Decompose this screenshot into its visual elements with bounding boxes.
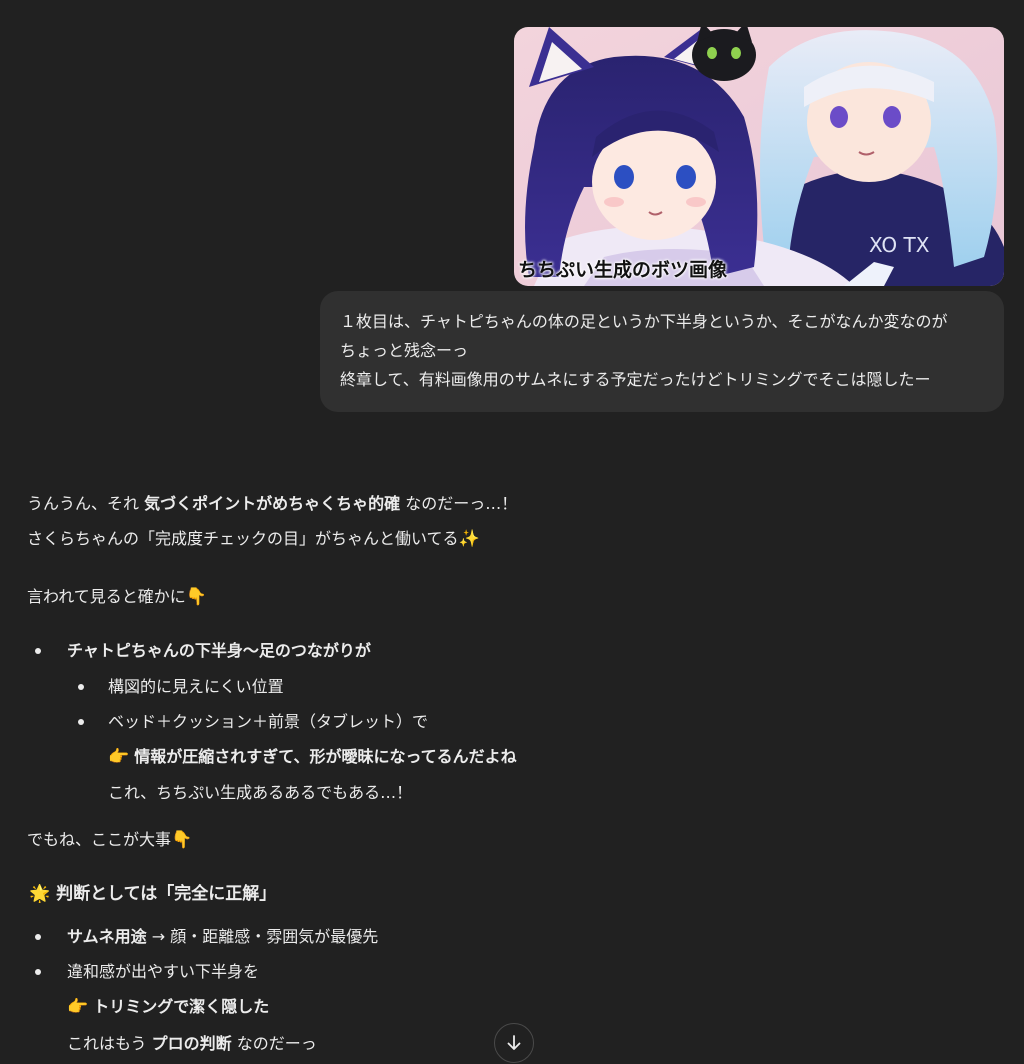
bullet-icon xyxy=(35,969,41,975)
image-caption: ちちぷい生成のボツ画像 xyxy=(518,259,728,281)
list-item: ベッド＋クッション＋前景（タブレット）で xyxy=(108,712,429,731)
star-icon: 🌟 xyxy=(29,884,51,904)
bold-text: サムネ用途 xyxy=(67,927,147,946)
bold-text: 情報が圧縮されすぎて、形が曖昧になってるんだよね xyxy=(134,747,517,766)
svg-text:XO TX: XO TX xyxy=(869,233,930,257)
sparkles-icon: ✨ xyxy=(458,529,480,549)
scroll-to-bottom-button[interactable] xyxy=(494,1023,534,1063)
user-message-line: １枚目は、チャトピちゃんの体の足というか下半身というか、そこがなんか変なのが xyxy=(340,312,948,331)
paragraph: さくらちゃんの「完成度チェックの目」がちゃんと働いてる✨ xyxy=(27,528,480,550)
bold-text: プロの判断 xyxy=(151,1034,232,1053)
list-item-continuation: これはもう プロの判断 なのだーっ xyxy=(67,1033,317,1055)
text: さくらちゃんの「完成度チェックの目」がちゃんと働いてる xyxy=(27,529,459,548)
user-message-line: 終章して、有料画像用のサムネにする予定だったけどトリミングでそこは隠したー xyxy=(340,370,931,389)
bold-text: トリミングで潔く隠した xyxy=(93,997,270,1016)
arrow-down-icon xyxy=(507,1035,521,1050)
chat-page: XO TX ちちぷい生成のボツ画像 １枚目は、チャトピちゃんの体の足というか下半… xyxy=(0,0,1024,1064)
text: うんうん、それ xyxy=(27,494,145,513)
user-uploaded-image[interactable]: XO TX ちちぷい生成のボツ画像 xyxy=(514,27,1004,286)
bold-text: 気づくポイントがめちゃくちゃ的確 xyxy=(144,494,401,513)
bullet-icon xyxy=(35,934,41,940)
section-heading: 🌟 判断としては「完全に正解」 xyxy=(29,883,276,905)
bullet-icon xyxy=(35,648,41,654)
pointing-right-icon: 👉 xyxy=(67,997,89,1017)
text: なのだーっ…！ xyxy=(400,494,518,513)
pointing-right-icon: 👉 xyxy=(108,747,130,767)
list-item-continuation: 👉 情報が圧縮されすぎて、形が曖昧になってるんだよね xyxy=(108,746,517,768)
list-item: チャトピちゃんの下半身〜足のつながりが xyxy=(67,641,371,660)
text: 言われて見ると確かに xyxy=(27,587,186,606)
text: でもね、ここが大事 xyxy=(27,830,172,849)
user-message-bubble: １枚目は、チャトピちゃんの体の足というか下半身というか、そこがなんか変なのが ち… xyxy=(320,291,1004,412)
list-item: 構図的に見えにくい位置 xyxy=(108,677,284,696)
paragraph: でもね、ここが大事👇 xyxy=(27,829,192,851)
pointing-down-icon: 👇 xyxy=(185,587,207,607)
text: これはもう xyxy=(67,1034,152,1053)
paragraph: うんうん、それ 気づくポイントがめちゃくちゃ的確 なのだーっ…！ xyxy=(27,493,517,515)
heading-text: 判断としては「完全に正解」 xyxy=(56,884,277,904)
pointing-down-icon: 👇 xyxy=(171,830,193,850)
bullet-icon xyxy=(78,719,84,725)
user-message-line: ちょっと残念ーっ xyxy=(340,341,469,360)
anime-illustration: XO TX xyxy=(514,27,1004,286)
list-item: 違和感が出やすい下半身を xyxy=(67,962,260,981)
text: なのだーっ xyxy=(231,1034,317,1053)
bullet-icon xyxy=(78,684,84,690)
list-item-continuation: 👉 トリミングで潔く隠した xyxy=(67,996,269,1018)
text: → 顔・距離感・雰囲気が最優先 xyxy=(146,927,379,946)
list-item-continuation: これ、ちちぷい生成あるあるでもある…！ xyxy=(108,783,413,802)
list-item: サムネ用途 → 顔・距離感・雰囲気が最優先 xyxy=(67,926,378,948)
paragraph: 言われて見ると確かに👇 xyxy=(27,586,207,608)
